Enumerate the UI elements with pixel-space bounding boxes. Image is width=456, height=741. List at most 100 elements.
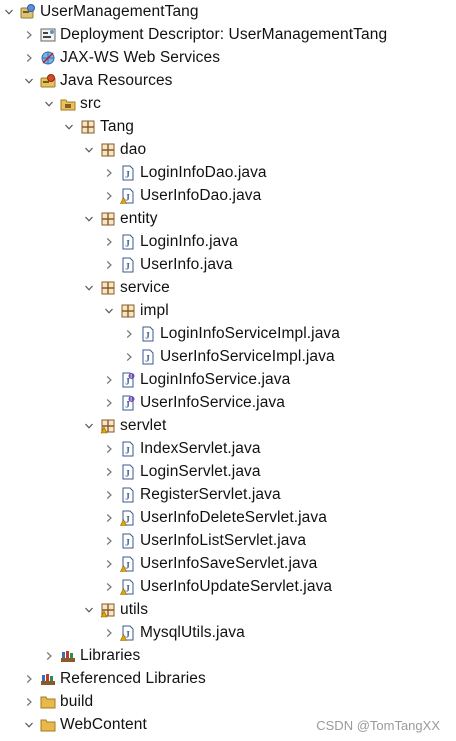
package-warning-icon <box>100 418 116 434</box>
tree-item-label: MysqlUtils.java <box>140 623 245 641</box>
chevron-right-icon[interactable] <box>102 529 116 552</box>
chevron-right-icon[interactable] <box>102 506 116 529</box>
package-icon <box>120 303 136 319</box>
tree-item-mysqlutils-java[interactable]: J MysqlUtils.java <box>102 621 245 644</box>
chevron-right-icon[interactable] <box>102 437 116 460</box>
package-icon <box>80 119 96 135</box>
tree-item-utils[interactable]: utils <box>82 598 148 621</box>
tree-item-dao[interactable]: dao <box>82 138 146 161</box>
java-interface-file-icon: JI <box>120 372 136 388</box>
java-file-warning-icon: J <box>120 579 136 595</box>
tree-item-label: UserInfoListServlet.java <box>140 531 307 549</box>
tree-item-label: Deployment Descriptor: UserManagementTan… <box>60 25 388 43</box>
tree-item-userinfosaveservlet-java[interactable]: J UserInfoSaveServlet.java <box>102 552 317 575</box>
chevron-down-icon[interactable] <box>82 138 96 161</box>
chevron-down-icon[interactable] <box>22 713 36 736</box>
chevron-right-icon[interactable] <box>122 345 136 368</box>
chevron-down-icon[interactable] <box>82 276 96 299</box>
chevron-down-icon[interactable] <box>82 414 96 437</box>
tree-item-loginservlet-java[interactable]: J LoginServlet.java <box>102 460 261 483</box>
tree-item-service[interactable]: service <box>82 276 170 299</box>
tree-item-libraries[interactable]: Libraries <box>42 644 140 667</box>
tree-item-label: servlet <box>120 416 167 434</box>
chevron-right-icon[interactable] <box>102 460 116 483</box>
tree-item-entity[interactable]: entity <box>82 207 158 230</box>
chevron-right-icon[interactable] <box>102 368 116 391</box>
tree-item-label: UserInfoUpdateServlet.java <box>140 577 333 595</box>
chevron-right-icon[interactable] <box>102 253 116 276</box>
tree-item-label: LoginInfoService.java <box>140 370 291 388</box>
source-folder-icon <box>60 96 76 112</box>
tree-item-src[interactable]: src <box>42 92 101 115</box>
chevron-down-icon[interactable] <box>82 207 96 230</box>
chevron-right-icon[interactable] <box>102 391 116 414</box>
tree-item-userinfodao-java[interactable]: J UserInfoDao.java <box>102 184 261 207</box>
chevron-down-icon[interactable] <box>2 0 16 23</box>
tree-item-label: LoginInfo.java <box>140 232 238 250</box>
tree-item-label: LoginInfoDao.java <box>140 163 267 181</box>
tree-item-deployment-descriptor-usermanagementtang[interactable]: Deployment Descriptor: UserManagementTan… <box>22 23 387 46</box>
tree-item-label: UserManagementTang <box>40 2 199 20</box>
tree-item-logininfodao-java[interactable]: J LoginInfoDao.java <box>102 161 267 184</box>
java-interface-file-icon: JI <box>120 395 136 411</box>
tree-item-userinfoserviceimpl-java[interactable]: J UserInfoServiceImpl.java <box>122 345 335 368</box>
watermark: CSDN @TomTangXX <box>316 718 440 733</box>
chevron-right-icon[interactable] <box>102 161 116 184</box>
tree-item-impl[interactable]: impl <box>102 299 169 322</box>
tree-item-label: dao <box>120 140 147 158</box>
project-icon <box>20 3 36 20</box>
chevron-right-icon[interactable] <box>102 230 116 253</box>
tree-item-userinfo-java[interactable]: J UserInfo.java <box>102 253 233 276</box>
tree-item-build[interactable]: build <box>22 690 93 713</box>
java-file-warning-icon: J <box>120 510 136 526</box>
chevron-down-icon[interactable] <box>62 115 76 138</box>
tree-item-registerservlet-java[interactable]: J RegisterServlet.java <box>102 483 281 506</box>
package-warning-icon <box>100 602 116 618</box>
chevron-right-icon[interactable] <box>102 552 116 575</box>
tree-item-jax-ws-web-services[interactable]: JAX-WS Web Services <box>22 46 220 69</box>
tree-item-usermanagementtang[interactable]: UserManagementTang <box>2 0 199 23</box>
tree-item-webcontent[interactable]: WebContent <box>22 713 147 736</box>
chevron-right-icon[interactable] <box>22 23 36 46</box>
java-file-icon: J <box>120 441 136 457</box>
chevron-down-icon[interactable] <box>42 92 56 115</box>
java-file-warning-icon: J <box>120 556 136 572</box>
svg-text:J: J <box>125 192 130 202</box>
chevron-right-icon[interactable] <box>22 690 36 713</box>
svg-text:J: J <box>145 353 150 363</box>
tree-item-userinfodeleteservlet-java[interactable]: J UserInfoDeleteServlet.java <box>102 506 327 529</box>
tree-item-tang[interactable]: Tang <box>62 115 134 138</box>
tree-item-java-resources[interactable]: Java Resources <box>22 69 173 92</box>
tree-item-servlet[interactable]: servlet <box>82 414 166 437</box>
chevron-right-icon[interactable] <box>102 621 116 644</box>
tree-item-logininfoserviceimpl-java[interactable]: J LoginInfoServiceImpl.java <box>122 322 340 345</box>
tree-item-label: Referenced Libraries <box>60 669 206 687</box>
chevron-right-icon[interactable] <box>102 483 116 506</box>
tree-item-label: UserInfoDeleteServlet.java <box>140 508 327 526</box>
tree-item-label: UserInfoServiceImpl.java <box>160 347 335 365</box>
tree-item-label: impl <box>140 301 169 319</box>
chevron-right-icon[interactable] <box>22 46 36 69</box>
chevron-right-icon[interactable] <box>22 667 36 690</box>
chevron-right-icon[interactable] <box>122 322 136 345</box>
chevron-down-icon[interactable] <box>22 69 36 92</box>
tree-item-indexservlet-java[interactable]: J IndexServlet.java <box>102 437 261 460</box>
chevron-down-icon[interactable] <box>82 598 96 621</box>
java-file-icon: J <box>140 326 156 342</box>
chevron-right-icon[interactable] <box>102 184 116 207</box>
tree-item-userinfoservice-java[interactable]: J I UserInfoService.java <box>102 391 285 414</box>
java-file-warning-icon: J <box>120 188 136 204</box>
tree-item-label: UserInfoDao.java <box>140 186 262 204</box>
tree-item-userinfoupdateservlet-java[interactable]: J UserInfoUpdateServlet.java <box>102 575 332 598</box>
chevron-right-icon[interactable] <box>102 575 116 598</box>
chevron-right-icon[interactable] <box>42 644 56 667</box>
tree-item-referenced-libraries[interactable]: Referenced Libraries <box>22 667 206 690</box>
tree-item-logininfoservice-java[interactable]: J I LoginInfoService.java <box>102 368 290 391</box>
tree-item-label: JAX-WS Web Services <box>60 48 221 66</box>
svg-text:J: J <box>125 583 130 593</box>
tree-item-label: utils <box>120 600 149 618</box>
tree-item-logininfo-java[interactable]: J LoginInfo.java <box>102 230 238 253</box>
tree-item-label: src <box>80 94 101 112</box>
tree-item-userinfolistservlet-java[interactable]: J UserInfoListServlet.java <box>102 529 306 552</box>
chevron-down-icon[interactable] <box>102 299 116 322</box>
